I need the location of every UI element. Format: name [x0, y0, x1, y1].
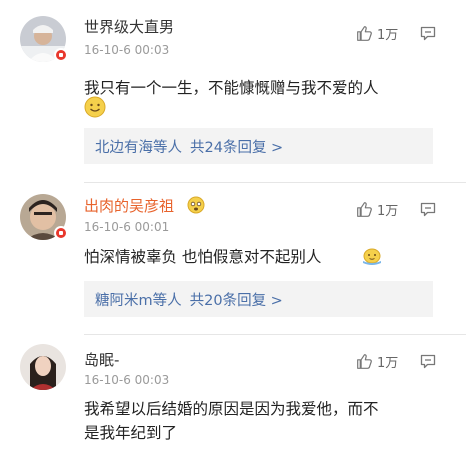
reply-users: 糖阿米m等人 [95, 292, 182, 309]
comment-bubble-icon [420, 26, 436, 41]
like-count: 1万 [377, 203, 399, 219]
smiling-face-emoji [84, 96, 106, 118]
timestamp: 16-10-6 00:03 [84, 43, 170, 57]
reply-button[interactable] [420, 354, 436, 373]
timestamp: 16-10-6 00:03 [84, 373, 170, 387]
comment-bubble-icon [420, 202, 436, 217]
sweating-face-emoji [187, 196, 205, 214]
reply-summary[interactable]: 北边有海等人 共24条回复 > [84, 128, 433, 164]
like-button[interactable]: 1万 [356, 352, 399, 371]
reply-count: 共20条回复 > [189, 292, 283, 309]
username[interactable]: 世界级大直男 [84, 16, 174, 37]
username[interactable]: 岛眠- [84, 349, 119, 370]
timestamp: 16-10-6 00:01 [84, 220, 170, 234]
reply-users: 北边有海等人 [95, 139, 182, 156]
thumbs-up-icon [357, 25, 372, 41]
verified-badge-icon [54, 226, 68, 240]
comment-bubble-icon [420, 354, 436, 369]
divider [84, 334, 466, 335]
like-button[interactable]: 1万 [356, 24, 399, 43]
like-count: 1万 [377, 27, 399, 43]
reply-summary[interactable]: 糖阿米m等人 共20条回复 > [84, 281, 433, 317]
reply-button[interactable] [420, 202, 436, 221]
melting-face-emoji [363, 248, 381, 265]
verified-badge-icon [54, 48, 68, 62]
avatar[interactable] [20, 344, 66, 390]
like-count: 1万 [377, 355, 399, 371]
comment-text: 怕深情被辜负 也怕假意对不起别人 [84, 248, 322, 266]
reply-count: 共24条回复 > [190, 139, 284, 156]
like-button[interactable]: 1万 [356, 200, 399, 219]
thumbs-up-icon [357, 353, 372, 369]
comment-text: 我只有一个一生，不能慷慨赠与我不爱的人 [84, 79, 379, 97]
username[interactable]: 出肉的吴彦祖 [84, 195, 174, 216]
reply-button[interactable] [420, 26, 436, 45]
divider [84, 182, 466, 183]
comment-text: 我希望以后结婚的原因是因为我爱他，而不 是我年纪到了 [84, 400, 379, 442]
thumbs-up-icon [357, 201, 372, 217]
